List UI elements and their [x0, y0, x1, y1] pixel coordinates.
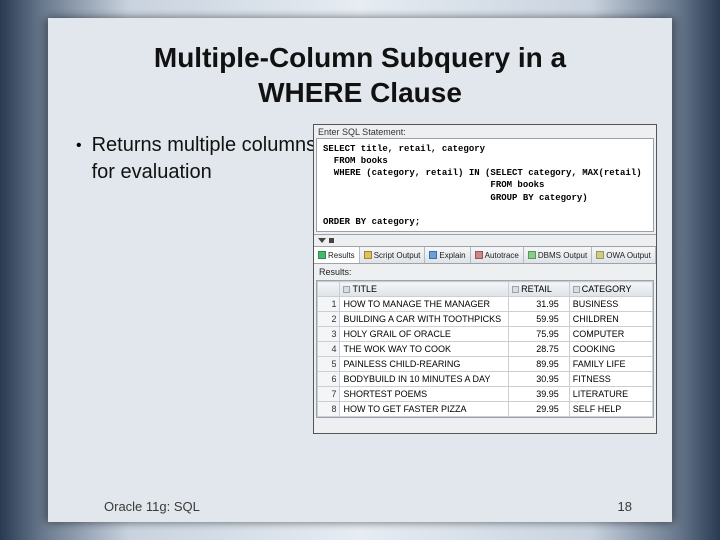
results-icon [318, 251, 326, 259]
table-row[interactable]: 2BUILDING A CAR WITH TOOTHPICKS59.95CHIL… [318, 312, 653, 327]
col-label: RETAIL [521, 284, 552, 294]
footer-left: Oracle 11g: SQL [104, 499, 200, 514]
table-row[interactable]: 7SHORTEST POEMS39.95LITERATURE [318, 387, 653, 402]
dbms-output-icon [528, 251, 536, 259]
column-header-retail[interactable]: RETAIL [509, 282, 570, 297]
output-tabs: Results Script Output Explain Autotrace … [314, 246, 656, 264]
collapse-up-icon[interactable] [318, 238, 326, 243]
col-label: CATEGORY [582, 284, 632, 294]
cell-category[interactable]: SELF HELP [569, 402, 652, 417]
cell-title[interactable]: HOLY GRAIL OF ORACLE [340, 327, 509, 342]
tab-label: Script Output [374, 251, 421, 260]
tab-label: Autotrace [485, 251, 519, 260]
cell-title[interactable]: SHORTEST POEMS [340, 387, 509, 402]
row-number: 5 [318, 357, 340, 372]
cell-retail[interactable]: 89.95 [509, 357, 570, 372]
row-number: 1 [318, 297, 340, 312]
tab-dbms-output[interactable]: DBMS Output [524, 247, 592, 263]
sql-entry-label: Enter SQL Statement: [314, 125, 656, 137]
table-row[interactable]: 8HOW TO GET FASTER PIZZA29.95SELF HELP [318, 402, 653, 417]
cell-title[interactable]: HOW TO GET FASTER PIZZA [340, 402, 509, 417]
tab-label: OWA Output [606, 251, 651, 260]
tab-explain[interactable]: Explain [425, 247, 470, 263]
cell-category[interactable]: FITNESS [569, 372, 652, 387]
tab-label: Explain [439, 251, 465, 260]
sql-worksheet-pane: Enter SQL Statement: SELECT title, retai… [313, 124, 657, 434]
splitter-handle-icon[interactable] [329, 238, 334, 243]
cell-retail[interactable]: 31.95 [509, 297, 570, 312]
cell-retail[interactable]: 28.75 [509, 342, 570, 357]
tab-script-output[interactable]: Script Output [360, 247, 426, 263]
cell-category[interactable]: COOKING [569, 342, 652, 357]
cell-category[interactable]: CHILDREN [569, 312, 652, 327]
cell-category[interactable]: FAMILY LIFE [569, 357, 652, 372]
sort-icon[interactable] [512, 286, 519, 293]
sort-icon[interactable] [573, 286, 580, 293]
row-number: 3 [318, 327, 340, 342]
row-number: 7 [318, 387, 340, 402]
cell-retail[interactable]: 59.95 [509, 312, 570, 327]
cell-retail[interactable]: 30.95 [509, 372, 570, 387]
results-grid[interactable]: TITLE RETAIL CATEGORY 1HOW TO MANAGE THE… [316, 280, 654, 418]
table-row[interactable]: 4THE WOK WAY TO COOK28.75COOKING [318, 342, 653, 357]
tab-owa-output[interactable]: OWA Output [592, 247, 656, 263]
row-number: 6 [318, 372, 340, 387]
autotrace-icon [475, 251, 483, 259]
cell-category[interactable]: LITERATURE [569, 387, 652, 402]
sql-editor[interactable]: SELECT title, retail, category FROM book… [316, 138, 654, 232]
cell-title[interactable]: THE WOK WAY TO COOK [340, 342, 509, 357]
table-row[interactable]: 5PAINLESS CHILD-REARING89.95FAMILY LIFE [318, 357, 653, 372]
table-row[interactable]: 6BODYBUILD IN 10 MINUTES A DAY30.95FITNE… [318, 372, 653, 387]
script-output-icon [364, 251, 372, 259]
cell-category[interactable]: BUSINESS [569, 297, 652, 312]
cell-retail[interactable]: 39.95 [509, 387, 570, 402]
title-line-1: Multiple-Column Subquery in a [154, 42, 566, 73]
rownum-header[interactable] [318, 282, 340, 297]
sql-text: SELECT title, retail, category FROM book… [323, 144, 642, 227]
slide-body: • Returns multiple columns for evaluatio… [48, 124, 672, 186]
grid-header-row: TITLE RETAIL CATEGORY [318, 282, 653, 297]
slide-footer: Oracle 11g: SQL 18 [48, 499, 672, 514]
pane-splitter[interactable] [314, 234, 656, 246]
bullet-marker-icon: • [76, 132, 82, 186]
slide: Multiple-Column Subquery in a WHERE Clau… [48, 18, 672, 522]
title-line-2: WHERE Clause [258, 77, 462, 108]
slide-title: Multiple-Column Subquery in a WHERE Clau… [48, 18, 672, 124]
cell-category[interactable]: COMPUTER [569, 327, 652, 342]
tab-label: DBMS Output [538, 251, 587, 260]
cell-title[interactable]: PAINLESS CHILD-REARING [340, 357, 509, 372]
tab-results[interactable]: Results [314, 247, 360, 263]
tab-autotrace[interactable]: Autotrace [471, 247, 524, 263]
cell-retail[interactable]: 29.95 [509, 402, 570, 417]
table-row[interactable]: 1HOW TO MANAGE THE MANAGER31.95BUSINESS [318, 297, 653, 312]
row-number: 4 [318, 342, 340, 357]
row-number: 8 [318, 402, 340, 417]
col-label: TITLE [352, 284, 377, 294]
cell-retail[interactable]: 75.95 [509, 327, 570, 342]
row-number: 2 [318, 312, 340, 327]
bullet-text: Returns multiple columns for evaluation [92, 132, 327, 186]
column-header-category[interactable]: CATEGORY [569, 282, 652, 297]
cell-title[interactable]: BODYBUILD IN 10 MINUTES A DAY [340, 372, 509, 387]
column-header-title[interactable]: TITLE [340, 282, 509, 297]
sort-icon[interactable] [343, 286, 350, 293]
owa-output-icon [596, 251, 604, 259]
cell-title[interactable]: BUILDING A CAR WITH TOOTHPICKS [340, 312, 509, 327]
slide-number: 18 [618, 499, 632, 514]
slide-background: Multiple-Column Subquery in a WHERE Clau… [0, 0, 720, 540]
results-label: Results: [314, 264, 656, 280]
table-row[interactable]: 3HOLY GRAIL OF ORACLE75.95COMPUTER [318, 327, 653, 342]
cell-title[interactable]: HOW TO MANAGE THE MANAGER [340, 297, 509, 312]
explain-icon [429, 251, 437, 259]
tab-label: Results [328, 251, 355, 260]
